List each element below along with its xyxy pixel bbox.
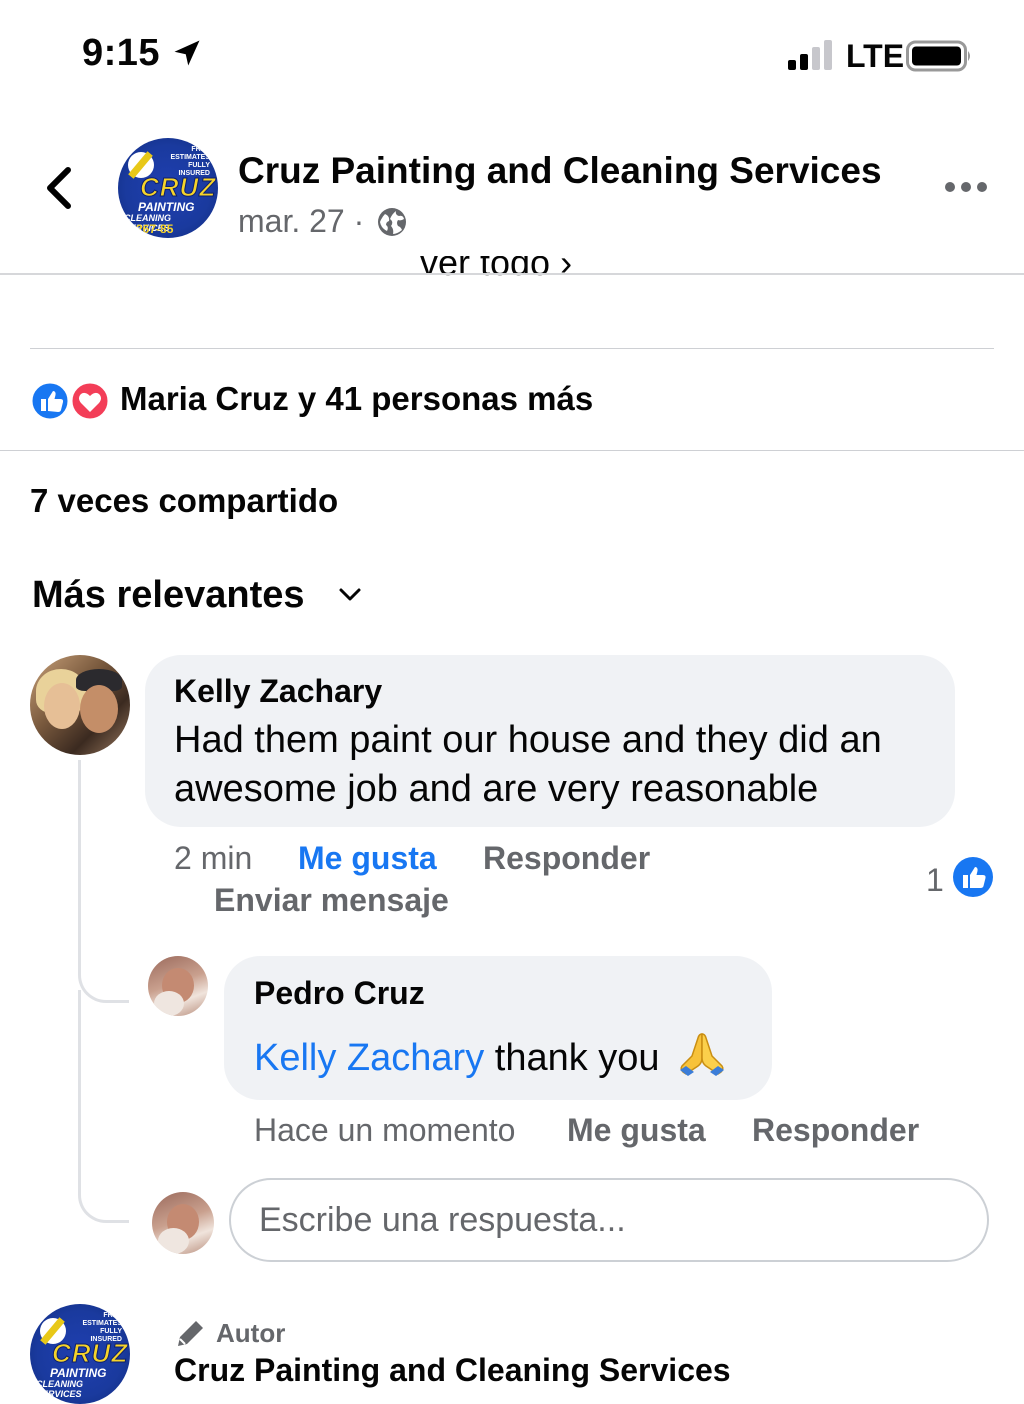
like-button[interactable]: Me gusta: [567, 1112, 706, 1149]
reply-body: thank you: [484, 1037, 660, 1079]
logo-phone: 267-85: [136, 222, 174, 236]
page-avatar[interactable]: FREE ESTIMATES FULLY INSURED CRUZ PAINTI…: [30, 1304, 130, 1404]
chevron-down-icon[interactable]: [338, 586, 362, 604]
reply-text: Kelly Zachary thank you: [254, 1030, 728, 1080]
folded-hands-emoji-icon: [680, 1033, 725, 1076]
status-time: 9:15: [82, 32, 161, 74]
logo-line1: PAINTING: [50, 1366, 107, 1380]
globe-icon: [378, 208, 406, 236]
comment-sort-label[interactable]: Más relevantes: [32, 574, 305, 617]
comment-author[interactable]: Kelly Zachary: [174, 673, 382, 710]
commenter-avatar[interactable]: [30, 655, 130, 755]
more-options-icon[interactable]: [944, 180, 988, 194]
mention-link[interactable]: Kelly Zachary: [254, 1037, 484, 1079]
current-user-avatar: [152, 1192, 214, 1254]
reply-author[interactable]: Pedro Cruz: [254, 975, 425, 1012]
reaction-icons[interactable]: [30, 380, 114, 422]
author-badge: Autor: [216, 1318, 286, 1348]
reactions-summary[interactable]: Maria Cruz y 41 personas más: [120, 380, 593, 418]
page-avatar[interactable]: FREE ESTIMATES FULLY INSURED CRUZ PAINTI…: [118, 138, 218, 238]
thread-line: [78, 990, 129, 1223]
comment-time: 2 min: [174, 840, 253, 876]
thread-line: [78, 760, 129, 1003]
replier-avatar[interactable]: [148, 956, 208, 1016]
header-divider: [0, 273, 1024, 275]
see-all-link[interactable]: ver todo ›: [420, 256, 572, 284]
location-arrow-icon: [174, 40, 200, 66]
reply-time: Hace un momento: [254, 1112, 516, 1148]
logo-line2: CLEANING SERVICES: [36, 1379, 83, 1399]
send-message-button[interactable]: Enviar mensaje: [214, 882, 449, 919]
pencil-icon: [178, 1321, 203, 1346]
like-button[interactable]: Me gusta: [298, 840, 437, 877]
love-reaction-icon: [69, 380, 111, 422]
comment-author[interactable]: Cruz Painting and Cleaning Services: [174, 1352, 731, 1389]
like-reaction-icon[interactable]: [952, 856, 994, 898]
divider: [30, 348, 994, 349]
back-chevron-icon[interactable]: [40, 164, 80, 212]
cellular-signal-icon: [788, 40, 832, 70]
like-reaction-icon: [30, 380, 71, 422]
network-type: LTE: [846, 38, 905, 74]
divider: [0, 450, 1024, 451]
logo-brand: CRUZ: [139, 172, 217, 203]
battery-icon: [906, 40, 970, 72]
reply-button[interactable]: Responder: [483, 840, 650, 877]
logo-brand: CRUZ: [51, 1338, 129, 1369]
post-date[interactable]: mar. 27 ·: [238, 203, 364, 240]
reply-button[interactable]: Responder: [752, 1112, 919, 1149]
reply-input[interactable]: [229, 1178, 989, 1262]
page-title[interactable]: Cruz Painting and Cleaning Services: [238, 150, 882, 192]
logo-line1: PAINTING: [138, 200, 195, 214]
comment-text: Had them paint our house and they did an…: [174, 719, 882, 810]
comment-like-count[interactable]: 1: [926, 862, 944, 899]
shares-count[interactable]: 7 veces compartido: [30, 482, 338, 520]
